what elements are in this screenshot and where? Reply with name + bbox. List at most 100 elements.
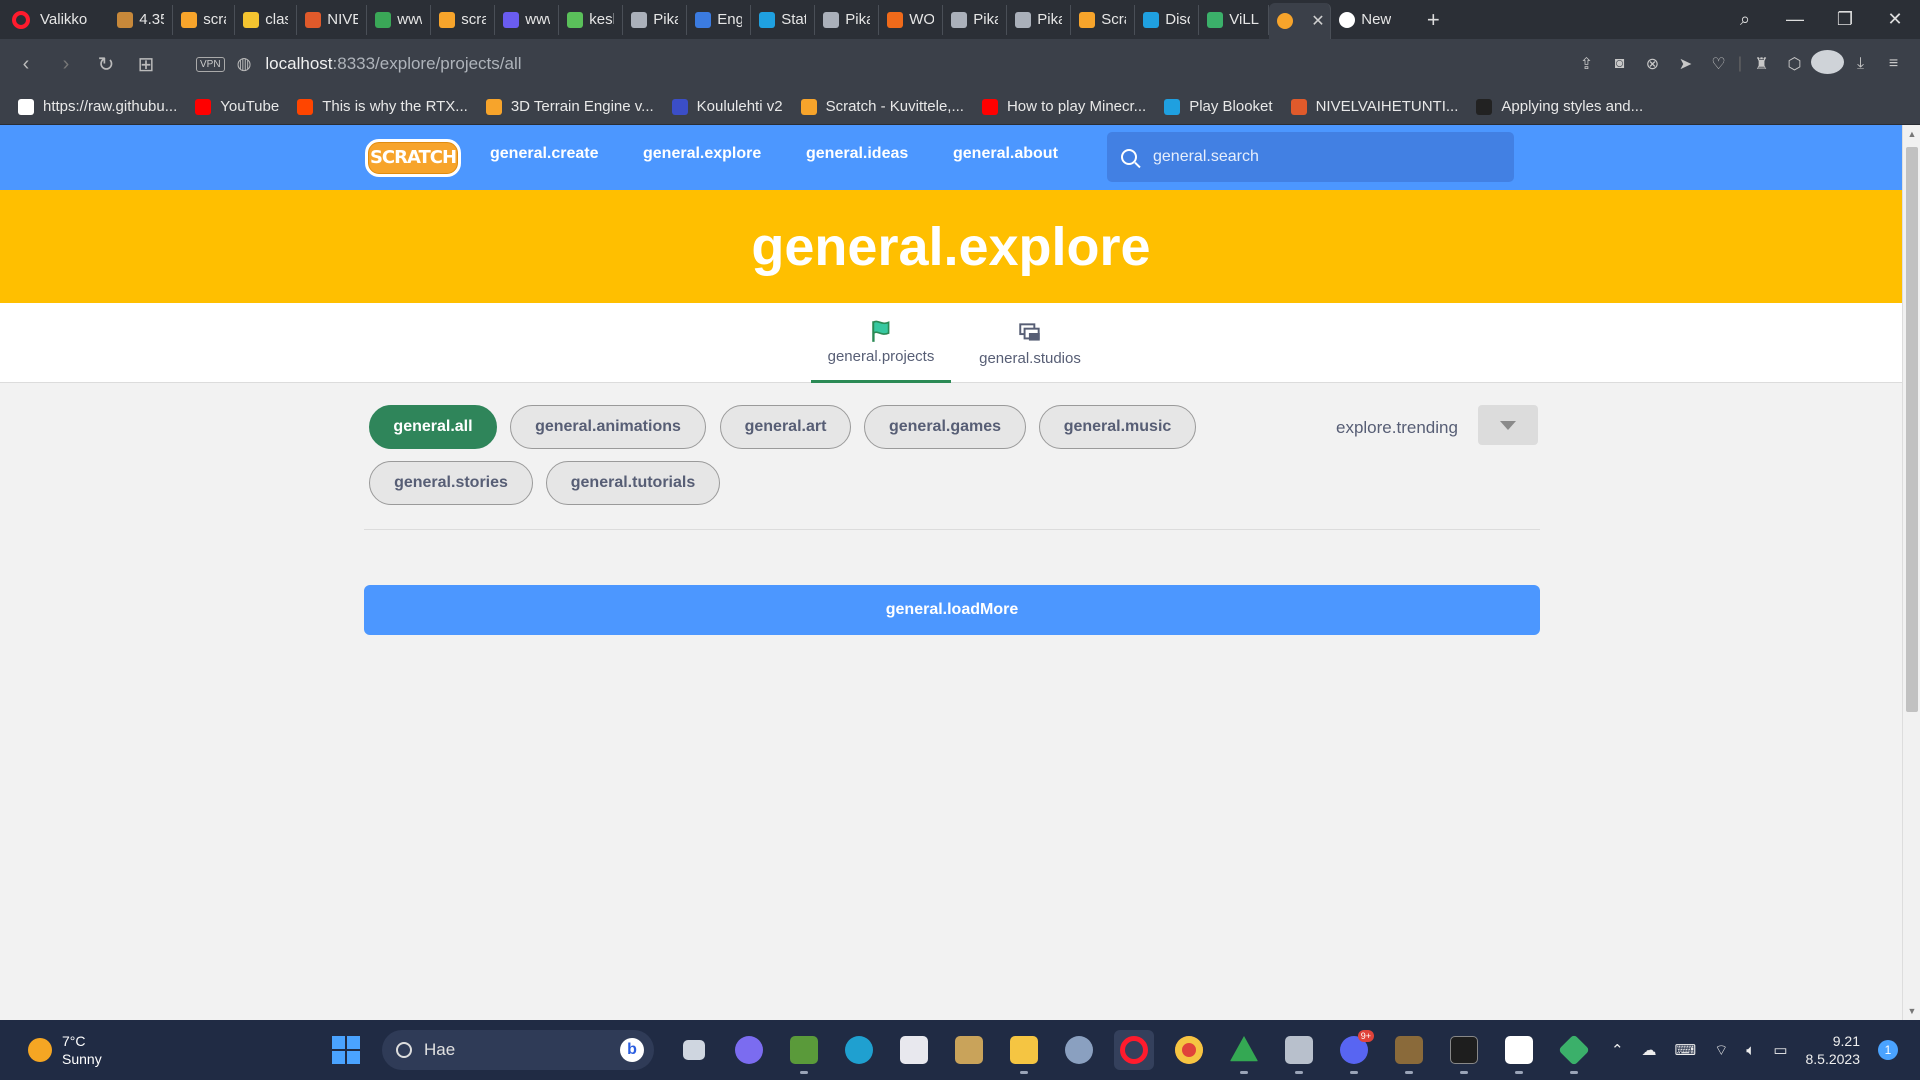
tabs-grid-icon[interactable]: ⊞ bbox=[126, 52, 166, 77]
chrome-icon[interactable] bbox=[1169, 1030, 1209, 1070]
forward-icon[interactable]: › bbox=[46, 53, 86, 76]
url-field[interactable]: localhost:8333/explore/projects/all bbox=[265, 54, 521, 74]
google-drive-icon[interactable] bbox=[1224, 1030, 1264, 1074]
bookmark-item[interactable]: 3D Terrain Engine v... bbox=[485, 98, 654, 115]
crate-icon[interactable] bbox=[1389, 1030, 1429, 1074]
nav-create-link[interactable]: general.create bbox=[490, 145, 599, 163]
bookmark-item[interactable]: Scratch - Kuvittele,... bbox=[800, 98, 964, 115]
back-icon[interactable]: ‹ bbox=[6, 53, 46, 76]
weather-widget[interactable]: 7°C Sunny bbox=[28, 1032, 298, 1068]
minimize-icon[interactable]: — bbox=[1770, 9, 1820, 30]
filter-music-button[interactable]: general.music bbox=[1039, 405, 1196, 449]
scroll-down-icon[interactable]: ▼ bbox=[1903, 1006, 1920, 1016]
taskbar-search[interactable]: Hae b bbox=[382, 1030, 654, 1070]
package-icon[interactable] bbox=[949, 1030, 989, 1070]
browser-tab[interactable]: Disco bbox=[1135, 4, 1200, 35]
heart-icon[interactable]: ♡ bbox=[1702, 54, 1735, 74]
browser-tab[interactable]: class bbox=[235, 4, 298, 35]
bookmark-item[interactable]: https://raw.githubu... bbox=[18, 98, 177, 115]
browser-tab[interactable]: Scrat bbox=[1071, 4, 1136, 35]
tab-studios[interactable]: general.studios bbox=[960, 303, 1100, 383]
close-window-icon[interactable]: ✕ bbox=[1870, 9, 1920, 30]
task-view-icon[interactable] bbox=[674, 1030, 714, 1070]
vpn-badge[interactable]: VPN bbox=[196, 56, 225, 72]
battery-icon[interactable]: ▭ bbox=[1773, 1041, 1787, 1059]
chat-icon[interactable] bbox=[729, 1030, 769, 1070]
download-icon[interactable]: ⤓ bbox=[1844, 55, 1877, 73]
tab-github[interactable]: New bbox=[1331, 5, 1413, 35]
share-icon[interactable]: ⇪ bbox=[1570, 54, 1603, 74]
tab-search-icon[interactable]: ⌕ bbox=[1720, 9, 1770, 30]
opera-taskbar-icon[interactable] bbox=[1114, 1030, 1154, 1070]
git-app-icon[interactable] bbox=[1554, 1030, 1594, 1074]
discord-icon[interactable]: 9+ bbox=[1334, 1030, 1374, 1074]
wifi-icon[interactable]: ⌔ bbox=[1714, 1041, 1728, 1060]
minecraft-icon[interactable] bbox=[784, 1030, 824, 1074]
filter-art-button[interactable]: general.art bbox=[720, 405, 851, 449]
nav-ideas-link[interactable]: general.ideas bbox=[806, 145, 908, 163]
store-icon[interactable] bbox=[894, 1030, 934, 1070]
scrollbar-thumb[interactable] bbox=[1906, 147, 1918, 712]
scratch-logo[interactable]: SCRATCH bbox=[365, 139, 461, 177]
adblock-icon[interactable]: ⊗ bbox=[1636, 54, 1669, 74]
bookmark-item[interactable]: This is why the RTX... bbox=[297, 98, 468, 115]
sort-dropdown-chevron-icon[interactable] bbox=[1478, 405, 1538, 445]
filter-tutorials-button[interactable]: general.tutorials bbox=[546, 461, 720, 505]
browser-tab[interactable]: WOS bbox=[879, 4, 944, 35]
tab-projects[interactable]: general.projects bbox=[811, 303, 951, 383]
browser-tab[interactable]: www bbox=[367, 4, 432, 35]
browser-tab[interactable]: Pikav bbox=[943, 4, 1008, 35]
keyboard-icon[interactable]: ⌨ bbox=[1675, 1041, 1697, 1059]
browser-tab[interactable]: Engl bbox=[687, 4, 752, 35]
nav-explore-link[interactable]: general.explore bbox=[643, 145, 761, 163]
close-tab-icon[interactable]: ✕ bbox=[1311, 11, 1324, 31]
file-explorer-icon[interactable] bbox=[1004, 1030, 1044, 1074]
search-input[interactable] bbox=[1153, 148, 1483, 166]
bookmark-item[interactable]: YouTube bbox=[195, 98, 279, 115]
browser-tab[interactable]: kesk bbox=[559, 4, 624, 35]
page-scrollbar[interactable]: ▲ ▼ bbox=[1902, 125, 1920, 1020]
browser-tab[interactable]: 4.357 bbox=[109, 4, 174, 35]
edge-icon[interactable] bbox=[839, 1030, 879, 1070]
restore-icon[interactable]: ❐ bbox=[1820, 9, 1870, 30]
filter-games-button[interactable]: general.games bbox=[864, 405, 1026, 449]
browser-tab[interactable]: scrat bbox=[173, 4, 236, 35]
security-shield-icon[interactable] bbox=[1499, 1030, 1539, 1074]
camera-icon[interactable]: ◙ bbox=[1603, 55, 1636, 73]
bookmark-item[interactable]: Applying styles and... bbox=[1476, 98, 1643, 115]
volume-muted-icon[interactable]: 🔈︎ bbox=[1746, 1042, 1755, 1059]
easy-setup-icon[interactable]: ≡ bbox=[1877, 55, 1910, 73]
tab-active[interactable]: Sc ✕ bbox=[1269, 3, 1332, 39]
browser-tab[interactable]: Pikav bbox=[815, 4, 880, 35]
bookmark-item[interactable]: Play Blooket bbox=[1164, 98, 1273, 115]
browser-tab[interactable]: Pikav bbox=[1007, 4, 1072, 35]
reload-icon[interactable]: ↻ bbox=[86, 52, 126, 77]
clock[interactable]: 9.21 8.5.2023 bbox=[1806, 1032, 1861, 1068]
browser-tab[interactable]: ViLLE bbox=[1199, 4, 1270, 35]
browser-tab[interactable]: Pikav bbox=[623, 4, 688, 35]
onedrive-icon[interactable]: ☁ bbox=[1642, 1041, 1657, 1059]
browser-tab[interactable]: NIVE bbox=[297, 4, 368, 35]
bookmark-item[interactable]: How to play Minecr... bbox=[981, 98, 1146, 115]
extension-icon[interactable]: ♜ bbox=[1745, 54, 1778, 74]
bookmark-item[interactable]: Koululehti v2 bbox=[671, 98, 783, 115]
terminal-icon[interactable] bbox=[1444, 1030, 1484, 1074]
cube-icon[interactable]: ⬡ bbox=[1778, 54, 1811, 74]
browser-menu-button[interactable]: Valikko bbox=[0, 0, 109, 39]
load-more-button[interactable]: general.loadMore bbox=[364, 585, 1540, 635]
chevron-up-icon[interactable]: ⌃ bbox=[1611, 1041, 1624, 1059]
send-icon[interactable]: ➤ bbox=[1669, 54, 1702, 74]
settings-icon[interactable] bbox=[1059, 1030, 1099, 1070]
browser-tab[interactable]: Stats bbox=[751, 4, 816, 35]
filter-all-button[interactable]: general.all bbox=[369, 405, 497, 449]
browser-tab[interactable]: scrat bbox=[431, 4, 496, 35]
sort-dropdown-label[interactable]: explore.trending bbox=[1336, 418, 1461, 438]
notification-badge[interactable]: 1 bbox=[1878, 1040, 1898, 1060]
new-tab-icon[interactable]: + bbox=[1413, 7, 1453, 33]
blocks-app-icon[interactable] bbox=[1279, 1030, 1319, 1074]
filter-stories-button[interactable]: general.stories bbox=[369, 461, 533, 505]
search-box[interactable] bbox=[1107, 132, 1514, 182]
browser-tab[interactable]: www bbox=[495, 4, 560, 35]
windows-start-icon[interactable] bbox=[332, 1036, 360, 1064]
filter-animations-button[interactable]: general.animations bbox=[510, 405, 706, 449]
